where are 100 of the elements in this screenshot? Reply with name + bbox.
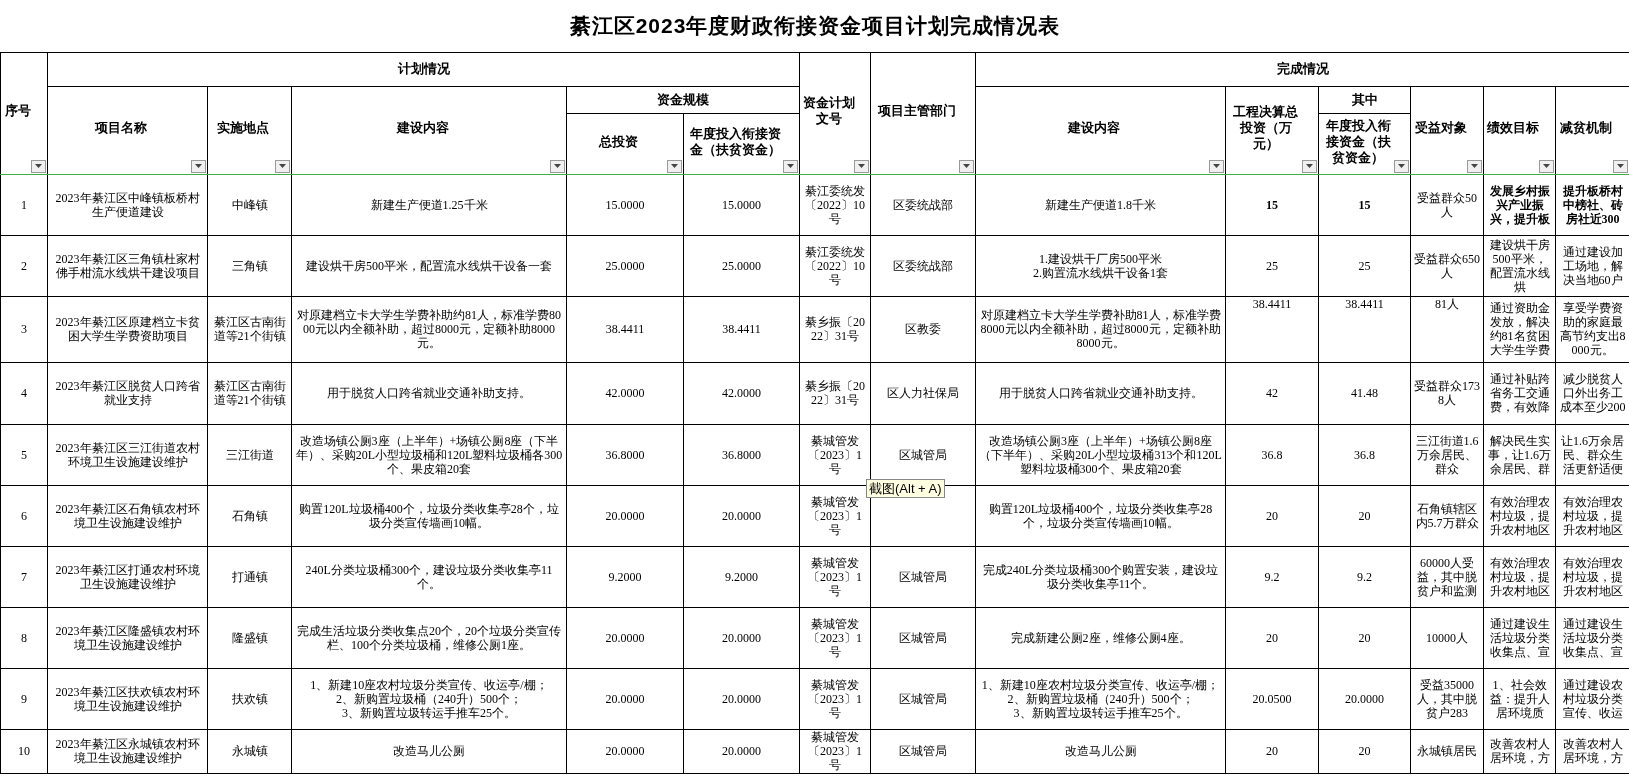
table-cell: 7 [21,569,27,584]
filter-button[interactable] [1302,159,1317,173]
table-cell: 20 [1358,630,1371,645]
table-cell-text: 通过建设生活垃圾分类收集点、宣 [1488,616,1551,659]
table-cell-text: 2023年綦江区三角镇杜家村佛手柑流水线烘干建设项目 [54,251,201,280]
table-cell: 解决民生实事，让1.6万余居民、群 [1487,433,1552,476]
table-cell-text: 綦江区古南街道等21个街镇 [212,379,287,407]
table-cell: 9.2 [1264,569,1280,584]
table-cell: 81人 [1435,297,1459,311]
table-cell: 建设烘干房500平米，配置流水线烘干设备一套 [306,258,552,273]
table-cell: 三江街道 [225,447,274,462]
table-cell: 41.48 [1351,386,1378,400]
table-cell: 区城管局 [899,691,947,706]
table-cell: 15 [1266,197,1278,212]
table-cell: 38.4411 [605,322,645,336]
table-cell-text: 对原建档立卡大学生学费补助约81人，标准学费8000元以内全额补助，超过8000元，定额补助8000元。 [296,308,562,350]
filter-button[interactable] [959,159,974,173]
table-cell: 25.0000 [605,258,645,273]
table-cell: 20.0000 [605,744,645,758]
column-header: 减贫机制 [1560,120,1613,136]
caret-down-icon [1617,164,1625,168]
table-cell-text: 改善农村人居环境，方 [1561,737,1624,765]
table-cell: 20.0500 [1252,691,1292,706]
table-cell-text: 让1.6万余居民、群众生活更舒适便 [1560,433,1626,476]
table-cell: 9.2000 [725,569,758,584]
table-cell: 8 [21,630,27,645]
table-cell: 9.2000 [608,569,642,584]
table-cell-text: 60000人受益，其中脱贫户和监测 [1416,555,1478,598]
caret-down-icon [1398,164,1405,168]
table-cell: 区城管局 [899,630,947,645]
filter-button[interactable] [854,159,869,173]
table-cell: 1.建设烘干厂房500平米 2.购置流水线烘干设备1套 [1033,251,1168,280]
table-cell: 25 [1358,258,1371,273]
table-cell: 20 [1358,508,1371,523]
filter-button[interactable] [667,159,682,173]
table-cell: 20.0000 [1345,691,1384,706]
filter-button[interactable] [550,159,565,173]
table-cell: 隆盛镇 [231,630,268,645]
table-cell: 改造场镇公厕3座（上半年）+场镇公厕8座（下半年）、采购20L小型垃圾桶313个和120L塑料垃圾桶300个、果皮箱20套 [979,433,1222,476]
filter-button[interactable] [275,159,290,173]
table-cell: 区教委 [905,322,941,336]
filter-button[interactable] [783,159,798,173]
caret-down-icon [279,164,286,168]
table-cell: 享受学费资助的家庭最高节约支出8000元。 [1559,301,1627,357]
table-cell: 区委统战部 [893,258,953,273]
filter-button[interactable] [1467,159,1482,173]
table-cell-text: 綦城管发〔2023〕1号 [807,433,863,476]
column-header: 绩效目标 [1487,120,1539,136]
column-header: 年度投入衔接资金（扶贫资金） [1324,117,1392,166]
table-cell-text: 受益群众50人 [1416,190,1478,219]
table-cell: 新建生产便道1.8千米 [1045,197,1156,212]
caret-down-icon [1213,164,1220,168]
table-cell: 20 [1266,630,1278,645]
table-cell-text: 2023年綦江区永城镇农村环境卫生设施建设维护 [54,737,201,765]
table-cell: 15.0000 [605,197,645,212]
table-cell: 2 [21,258,27,273]
table-cell-text: 綦乡振〔2022〕31号 [804,379,866,407]
table-cell-text: 綦城管发〔2023〕1号 [807,616,863,659]
table-cell-text: 通过建设农村垃圾分类宣传、收运 [1561,677,1624,720]
filter-button[interactable] [1209,159,1224,173]
filter-button[interactable] [1613,159,1629,173]
table-cell: 38.4411 [722,322,761,336]
table-cell-text: 綦城管发〔2023〕1号 [807,555,863,598]
column-header: 总投资 [599,133,638,150]
table-cell-text: 购置120L垃圾桶400个，垃圾分类收集亭28个，垃圾分类宣传墙画10幅。 [987,501,1214,530]
table-cell: 石角镇 [231,508,268,523]
filter-button[interactable] [31,159,46,173]
table-cell-text: 2023年綦江区隆盛镇农村环境卫生设施建设维护 [54,623,201,652]
table-cell: 永城镇 [231,744,268,758]
table-cell: 受益群众1738人 [1414,379,1480,407]
table-cell: 石角镇辖区内5.7万群众 [1414,501,1480,530]
table-cell-text: 綦江委统发〔2022〕10号 [804,244,866,287]
table-cell: 用于脱贫人口跨省就业交通补助支持。 [998,386,1203,400]
table-cell: 区委统战部 [893,197,953,212]
table-cell: 36.8 [1261,447,1283,462]
table-cell: 中峰镇 [231,197,268,212]
table-cell: 打通镇 [231,569,268,584]
table-cell: 25 [1266,258,1278,273]
filter-button[interactable] [1394,159,1409,173]
table-cell: 20.0000 [605,508,645,523]
caret-down-icon [1543,164,1550,168]
table-cell: 永城镇居民 [1417,744,1477,758]
table-cell: 新建生产便道1.25千米 [370,197,488,212]
table-cell: 3 [21,322,27,336]
caret-down-icon [554,164,561,168]
table-cell-text: 綦江区古南街道等21个街镇 [212,315,287,343]
table-cell: 38.4411 [1345,297,1384,311]
table-cell: 5 [21,447,27,462]
table-cell-text: 建设烘干房500平米，配置流水线烘 [1488,237,1551,294]
table-cell-text: 2023年綦江区脱贫人口跨省就业支持 [54,379,201,407]
filter-button[interactable] [191,159,206,173]
table-cell-text: 改善农村人居环境，方 [1488,737,1551,765]
table-cell-text: 有效治理农村垃圾，提升农村地区 [1561,555,1624,598]
table-cell: 改造马儿公厕 [1064,744,1137,758]
table-cell-text: 有效治理农村垃圾，提升农村地区 [1488,555,1551,598]
filter-button[interactable] [1539,159,1554,173]
caret-down-icon [671,164,678,168]
table-cell: 9.2 [1357,569,1372,584]
table-cell: 20.0000 [605,691,645,706]
table-cell: 1、新建10座农村垃圾分类宣传、收运亭/棚； 2、新购置垃圾桶（240升）500个； 3、新购置垃圾转运手推车25个。 [981,677,1220,720]
